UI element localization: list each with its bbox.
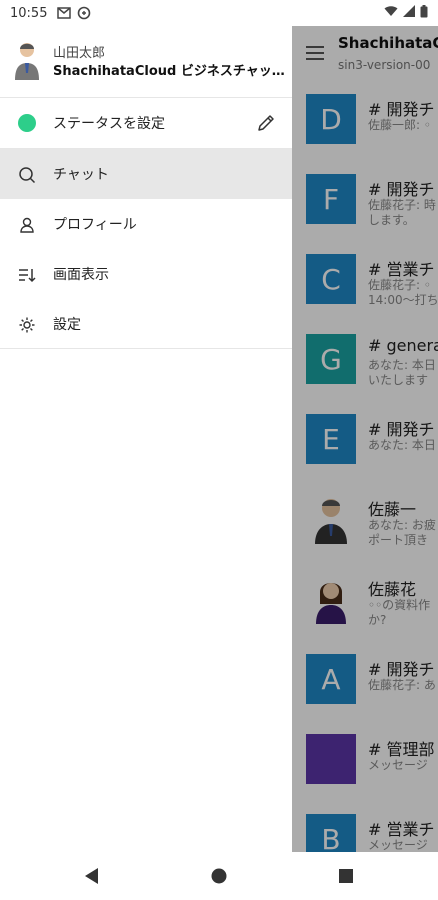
menu-item-display[interactable]: 画面表示 [0,249,292,299]
menu-item-label: 設定 [53,316,81,333]
gear-icon [17,315,37,335]
home-icon[interactable] [209,866,229,886]
recents-icon[interactable] [336,866,356,886]
mail-icon [57,6,72,20]
menu-item-label: チャット [53,167,109,183]
signal-icon [403,5,415,21]
sort-icon [17,265,37,285]
app-name: ShachihataCloud ビジネスチャッ… [53,64,285,79]
sync-icon [77,6,91,20]
set-status-label: ステータスを設定 [53,116,165,132]
search-icon [17,165,37,185]
navigation-drawer: 山田太郎 ShachihataCloud ビジネスチャッ… ステータスを設定 チ… [0,26,292,852]
status-dot [18,114,36,132]
wifi-icon [384,5,398,21]
user-avatar [14,40,40,80]
system-navigation-bar [0,852,438,900]
person-icon [17,215,37,235]
set-status-item[interactable]: ステータスを設定 [0,98,292,149]
user-name: 山田太郎 [53,46,106,61]
status-time: 10:55 [10,5,48,21]
battery-icon [420,4,428,22]
back-icon[interactable] [82,866,102,886]
drawer-header[interactable]: 山田太郎 ShachihataCloud ビジネスチャッ… [0,26,292,98]
pencil-icon[interactable] [256,113,276,133]
status-bar: 10:55 [0,0,438,26]
menu-item-settings[interactable]: 設定 [0,299,292,349]
drawer-scrim[interactable] [292,26,438,852]
menu-item-label: 画面表示 [53,267,109,283]
menu-item-chat[interactable]: チャット [0,149,292,199]
menu-item-profile[interactable]: プロフィール [0,199,292,249]
menu-item-label: プロフィール [53,217,137,233]
